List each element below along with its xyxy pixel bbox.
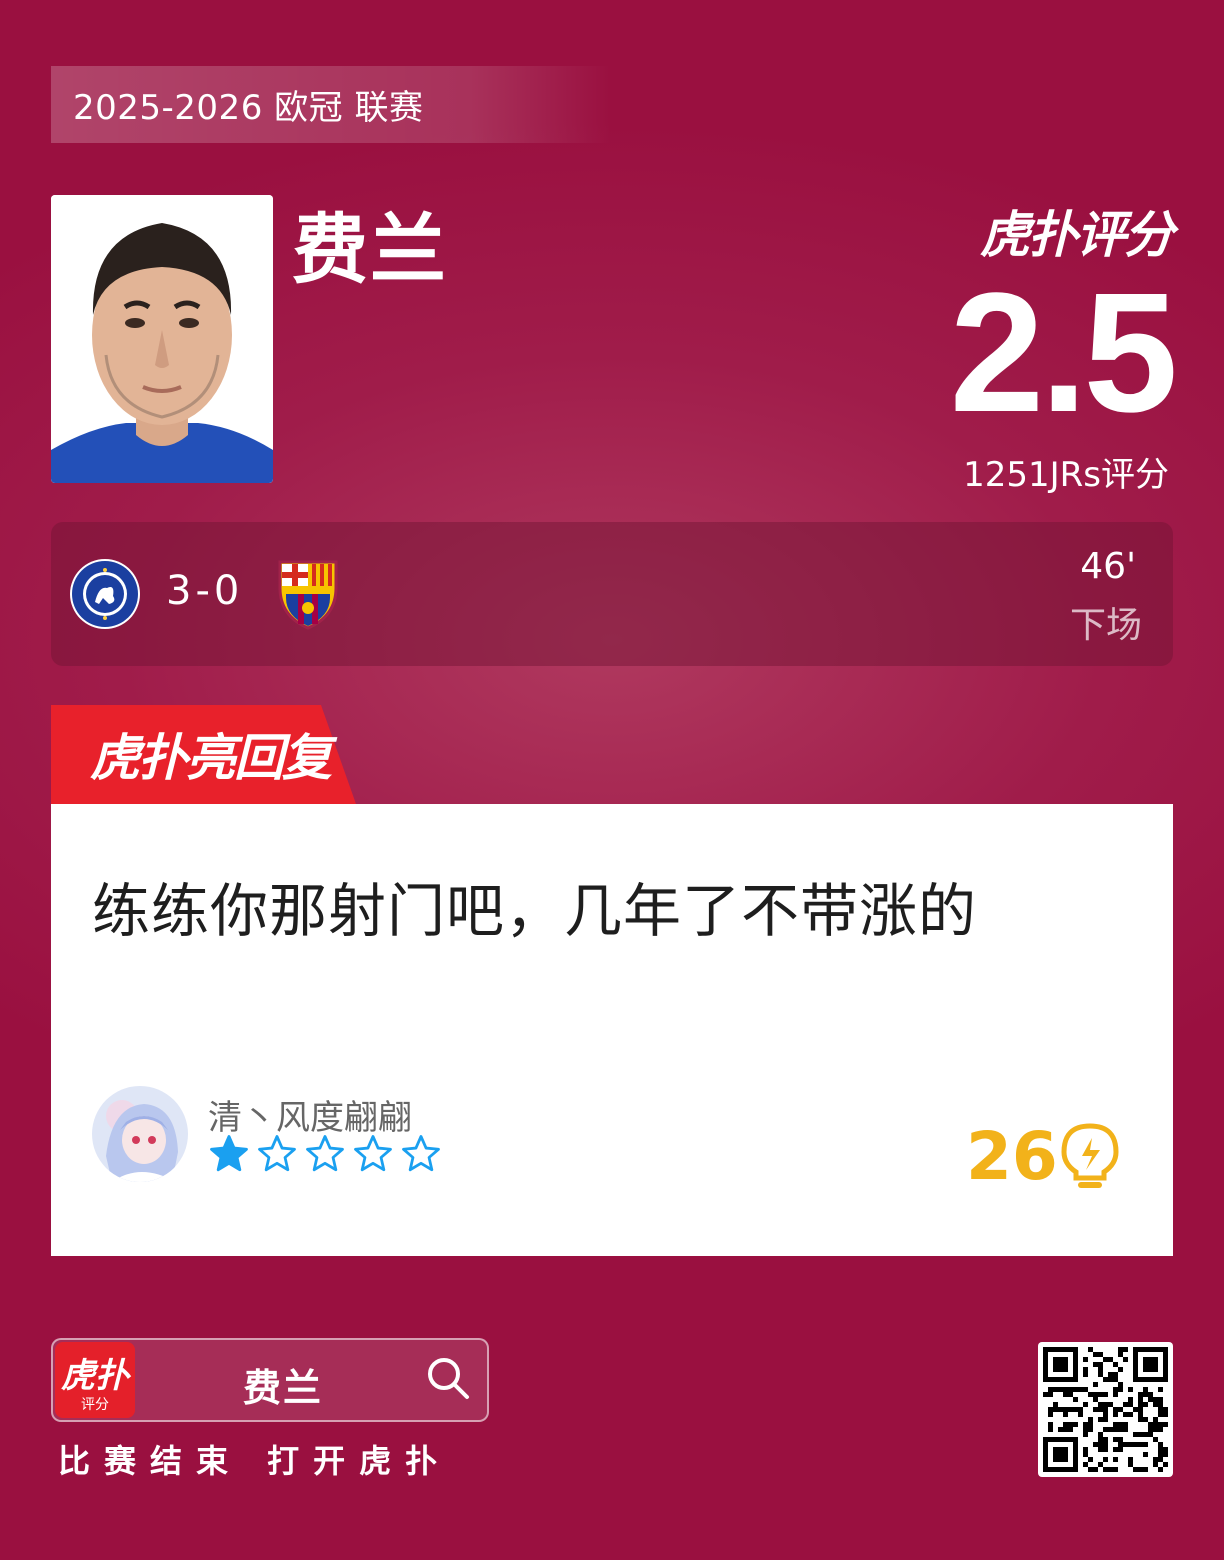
star-empty-icon	[402, 1135, 440, 1172]
barcelona-crest-icon	[276, 558, 348, 630]
app-icon-label: 虎扑	[61, 1356, 129, 1396]
star-empty-icon	[258, 1135, 296, 1172]
substitution-status: 下场	[1069, 605, 1142, 646]
rating-score: 2.5	[949, 258, 1178, 448]
substitution-minute: 46'	[1080, 546, 1136, 587]
hupu-reply-logo: 虎扑亮回复	[90, 729, 332, 787]
qr-code[interactable]	[1038, 1342, 1173, 1477]
player-photo	[51, 195, 273, 483]
season-label: 2025-2026 欧冠 联赛	[51, 66, 611, 143]
user-avatar[interactable]	[92, 1086, 188, 1182]
star-empty-icon	[306, 1135, 344, 1172]
lightbulb-icon[interactable]	[1058, 1122, 1122, 1198]
player-name: 费兰	[292, 205, 448, 294]
hupu-app-icon[interactable]: 虎扑 评分	[55, 1342, 135, 1418]
hupu-rating-logo: 虎扑评分	[980, 206, 1174, 264]
app-icon-sublabel: 评分	[81, 1397, 109, 1413]
like-count: 26	[966, 1118, 1058, 1195]
search-query[interactable]: 费兰	[243, 1357, 323, 1412]
chelsea-crest-icon	[69, 558, 141, 630]
user-star-rating	[208, 1133, 442, 1175]
search-icon[interactable]	[424, 1354, 472, 1406]
match-score: 3-0	[166, 568, 244, 614]
username[interactable]: 清丶风度翩翩	[208, 1090, 412, 1139]
reply-text: 练练你那射门吧，几年了不带涨的	[92, 877, 978, 945]
star-filled-icon	[210, 1135, 248, 1172]
star-empty-icon	[354, 1135, 392, 1172]
footer-text: 比赛结束 打开虎扑	[58, 1442, 452, 1480]
rating-count: 1251JRs评分	[963, 455, 1169, 495]
